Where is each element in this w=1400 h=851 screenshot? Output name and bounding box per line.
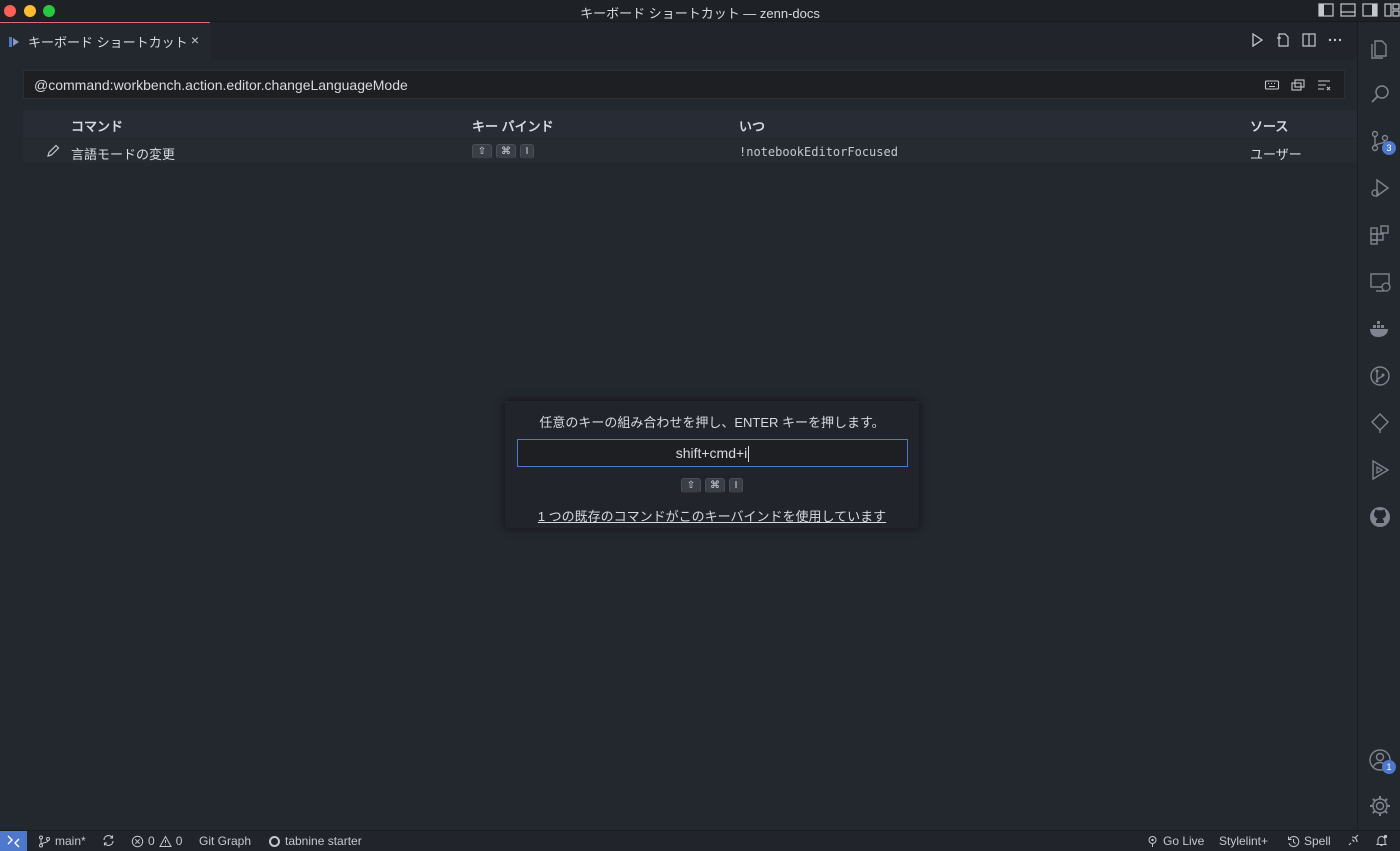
clear-search-icon[interactable] bbox=[1316, 77, 1332, 93]
sync-button[interactable] bbox=[102, 834, 115, 847]
table-row[interactable]: 言語モードの変更 ⇧ ⌘ I !notebookEditorFocused ユー… bbox=[23, 139, 1357, 163]
layout-controls bbox=[1318, 3, 1400, 17]
more-actions-icon[interactable] bbox=[1327, 32, 1343, 48]
branch-status[interactable]: main* bbox=[38, 834, 86, 848]
customize-layout-icon[interactable] bbox=[1384, 3, 1400, 17]
title-bar: キーボード ショートカット — zenn-docs bbox=[0, 0, 1400, 22]
git-graph-icon[interactable] bbox=[1368, 364, 1392, 388]
warning-icon bbox=[158, 834, 172, 848]
feedback-button[interactable] bbox=[1347, 834, 1360, 847]
docker-icon[interactable] bbox=[1368, 317, 1392, 341]
gear-icon[interactable] bbox=[1368, 794, 1392, 818]
split-editor-icon[interactable] bbox=[1301, 32, 1317, 48]
go-live-status[interactable]: Go Live bbox=[1146, 834, 1204, 848]
stylelint-label: Stylelint+ bbox=[1219, 834, 1269, 848]
git-branch-icon bbox=[38, 835, 51, 848]
tab-label: キーボード ショートカット bbox=[28, 35, 188, 50]
toggle-primary-sidebar-icon[interactable] bbox=[1318, 3, 1334, 17]
column-header-when[interactable]: いつ bbox=[739, 116, 765, 135]
toggle-secondary-sidebar-icon[interactable] bbox=[1362, 3, 1378, 17]
open-keybindings-json-icon[interactable] bbox=[1275, 32, 1291, 48]
keybinding-input[interactable]: shift+cmd+i bbox=[517, 439, 908, 467]
explorer-icon[interactable] bbox=[1368, 36, 1392, 60]
text-caret bbox=[748, 446, 750, 463]
source-cell: ユーザー bbox=[1250, 147, 1302, 162]
extensions-icon[interactable] bbox=[1368, 223, 1392, 247]
editor-tab-bar: キーボード ショートカット × bbox=[0, 22, 1357, 60]
dialog-key-preview: ⇧ ⌘ I bbox=[505, 478, 919, 493]
go-live-label: Go Live bbox=[1163, 834, 1205, 848]
github-icon[interactable] bbox=[1368, 505, 1392, 529]
column-header-source[interactable]: ソース bbox=[1250, 116, 1288, 135]
keybindings-file-icon bbox=[8, 35, 22, 49]
source-control-badge: 3 bbox=[1382, 141, 1396, 155]
dialog-message: 任意のキーの組み合わせを押し、ENTER キーを押します。 bbox=[539, 415, 885, 430]
search-icon[interactable] bbox=[1368, 82, 1392, 106]
accounts-icon[interactable]: 1 bbox=[1368, 748, 1396, 774]
problems-status[interactable]: 0 0 bbox=[131, 834, 182, 848]
warning-count: 0 bbox=[175, 834, 183, 848]
key-cmd: ⌘ bbox=[496, 144, 516, 159]
tab-keyboard-shortcuts[interactable]: キーボード ショートカット × bbox=[0, 22, 210, 60]
sync-icon bbox=[102, 834, 115, 847]
key-cmd: ⌘ bbox=[705, 478, 725, 493]
close-tab-icon[interactable]: × bbox=[188, 33, 202, 47]
run-and-debug-icon[interactable] bbox=[1368, 176, 1392, 200]
spell-status[interactable]: Spell bbox=[1287, 834, 1331, 848]
define-keybinding-dialog: 任意のキーの組み合わせを押し、ENTER キーを押します。 shift+cmd+… bbox=[505, 401, 919, 528]
history-icon bbox=[1287, 835, 1300, 848]
status-bar: main* 0 0 Git Graph tabnine starter Go L… bbox=[0, 830, 1400, 851]
window-title: キーボード ショートカット — zenn-docs bbox=[580, 6, 820, 21]
keybinding-cell: ⇧ ⌘ I bbox=[472, 144, 534, 159]
accounts-badge: 1 bbox=[1382, 760, 1396, 774]
keybindings-table-header: コマンド キー バインド いつ ソース bbox=[23, 110, 1357, 138]
keybindings-search-box[interactable]: @command:workbench.action.editor.changeL… bbox=[23, 70, 1345, 99]
notifications-button[interactable] bbox=[1375, 834, 1388, 847]
tree-view-icon[interactable] bbox=[1368, 411, 1392, 435]
key-i: I bbox=[729, 478, 743, 493]
key-shift: ⇧ bbox=[472, 144, 492, 159]
tabnine-status[interactable]: tabnine starter bbox=[268, 834, 362, 848]
when-cell: !notebookEditorFocused bbox=[739, 145, 898, 159]
sort-by-precedence-icon[interactable] bbox=[1290, 77, 1306, 93]
column-header-keybinding[interactable]: キー バインド bbox=[472, 116, 554, 135]
source-control-icon[interactable]: 3 bbox=[1368, 129, 1396, 155]
bell-icon bbox=[1375, 834, 1388, 847]
editor-actions bbox=[1249, 32, 1343, 48]
toggle-panel-icon[interactable] bbox=[1340, 3, 1356, 17]
remote-indicator[interactable] bbox=[0, 831, 27, 851]
tabnine-icon bbox=[268, 835, 281, 848]
error-count: 0 bbox=[148, 834, 155, 848]
live-preview-icon[interactable] bbox=[1368, 458, 1392, 482]
branch-name: main* bbox=[55, 834, 86, 848]
edit-keybinding-icon[interactable] bbox=[45, 143, 61, 159]
key-shift: ⇧ bbox=[681, 478, 701, 493]
run-icon[interactable] bbox=[1249, 32, 1265, 48]
stylelint-status[interactable]: Stylelint+ bbox=[1219, 834, 1268, 848]
column-header-command[interactable]: コマンド bbox=[71, 116, 123, 135]
command-cell: 言語モードの変更 bbox=[71, 147, 176, 162]
record-keys-icon[interactable] bbox=[1264, 77, 1280, 93]
git-graph-status[interactable]: Git Graph bbox=[199, 834, 251, 848]
git-graph-label: Git Graph bbox=[199, 834, 252, 848]
activity-bar: 3 1 bbox=[1357, 22, 1400, 830]
search-actions bbox=[1264, 77, 1332, 93]
existing-command-conflict-link[interactable]: 1 つの既存のコマンドがこのキーバインドを使用しています bbox=[505, 506, 919, 525]
error-icon bbox=[131, 835, 144, 848]
broadcast-icon bbox=[1146, 835, 1159, 848]
feedback-icon bbox=[1347, 834, 1360, 847]
remote-explorer-icon[interactable] bbox=[1368, 270, 1392, 294]
search-input[interactable]: @command:workbench.action.editor.changeL… bbox=[34, 77, 408, 93]
key-i: I bbox=[520, 144, 534, 159]
tabnine-label: tabnine starter bbox=[285, 834, 362, 848]
keybinding-input-value: shift+cmd+i bbox=[675, 445, 748, 461]
spell-label: Spell bbox=[1304, 834, 1331, 848]
